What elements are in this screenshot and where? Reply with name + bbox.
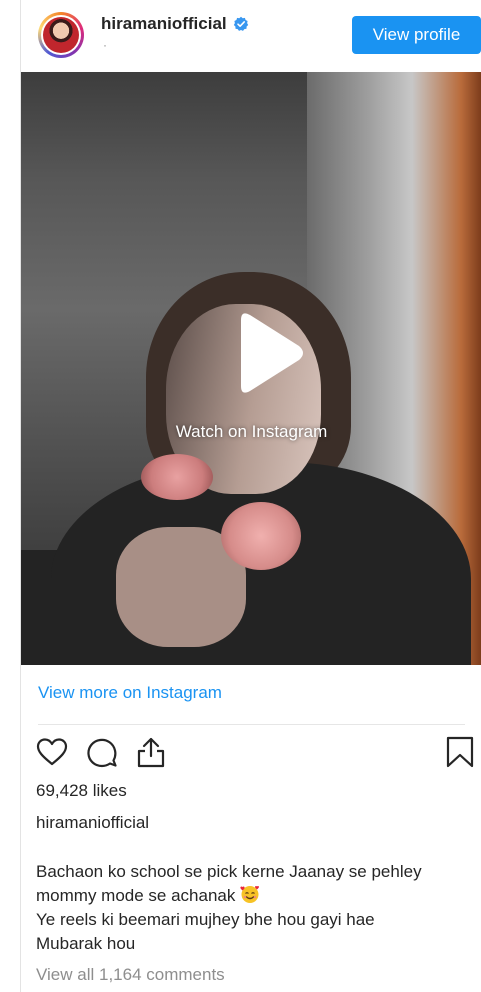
header-subtitle: · — [103, 38, 107, 52]
caption-username[interactable]: hiramaniofficial — [36, 813, 149, 833]
comment-icon[interactable] — [86, 736, 118, 768]
caption-line: mommy mode se achanak — [36, 884, 476, 908]
smiling-face-with-hearts-emoji — [240, 886, 260, 903]
view-comments-link[interactable]: View all 1,164 comments — [36, 965, 225, 985]
bookmark-icon[interactable] — [444, 736, 476, 768]
divider — [38, 724, 465, 725]
verified-badge-icon — [233, 16, 248, 31]
share-icon[interactable] — [135, 736, 167, 768]
play-icon[interactable] — [219, 308, 309, 398]
username-link[interactable]: hiramaniofficial — [101, 14, 227, 34]
post-header: hiramaniofficial · View profile — [21, 0, 481, 72]
caption-text: Bachaon ko school se pick kerne Jaanay s… — [36, 860, 476, 956]
view-more-link[interactable]: View more on Instagram — [38, 683, 222, 703]
avatar-image — [43, 17, 79, 53]
view-profile-button[interactable]: View profile — [352, 16, 481, 54]
video-thumbnail[interactable]: Watch on Instagram — [21, 72, 481, 665]
caption-line: Bachaon ko school se pick kerne Jaanay s… — [36, 862, 422, 881]
caption-line: Mubarak hou — [36, 934, 136, 953]
action-bar — [36, 736, 476, 770]
heart-icon[interactable] — [36, 736, 68, 768]
photo-rose — [221, 502, 301, 570]
photo-rose — [141, 454, 213, 500]
instagram-embed: hiramaniofficial · View profile Watch on… — [20, 0, 481, 992]
likes-count[interactable]: 69,428 likes — [36, 781, 127, 801]
username-row: hiramaniofficial — [101, 14, 249, 34]
avatar[interactable] — [38, 12, 84, 58]
caption-line: Ye reels ki beemari mujhey bhe hou gayi … — [36, 910, 375, 929]
watch-on-instagram-label[interactable]: Watch on Instagram — [21, 422, 481, 442]
